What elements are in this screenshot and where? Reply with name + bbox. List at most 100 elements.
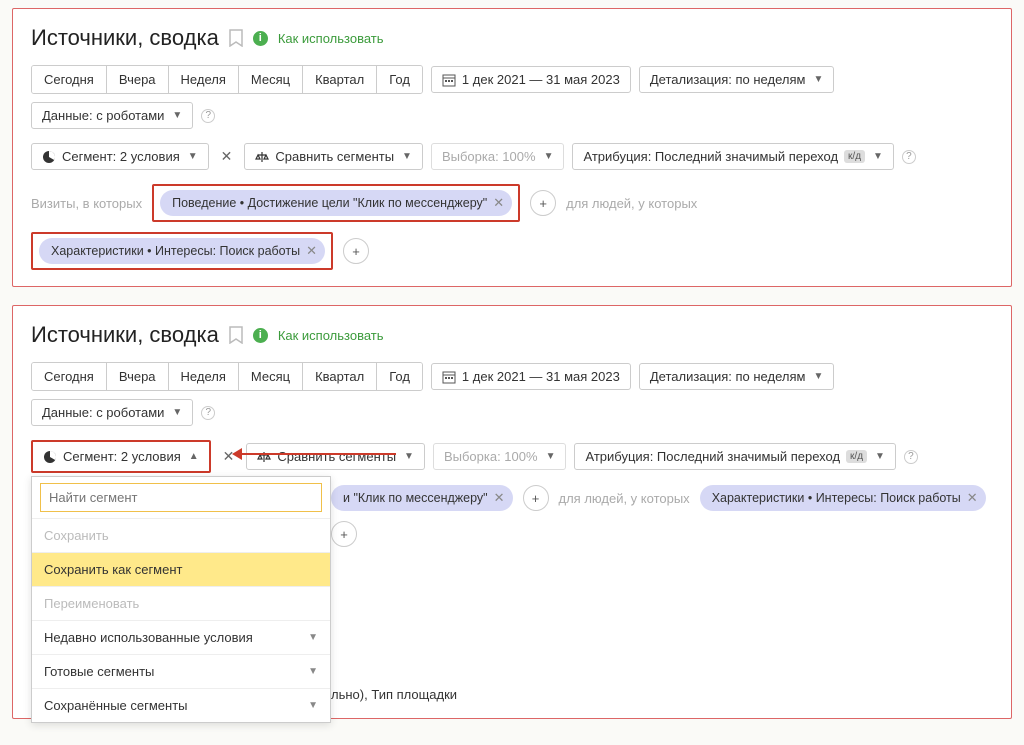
date-range[interactable]: 1 дек 2021 — 31 мая 2023 — [431, 66, 631, 93]
controls-row-1: Сегодня Вчера Неделя Месяц Квартал Год 1… — [31, 362, 993, 426]
info-icon: i — [253, 328, 268, 343]
chip-behavior-partial[interactable]: и "Клик по мессенджеру" ✕ — [331, 485, 513, 511]
pie-icon — [43, 450, 57, 464]
bottom-panel: Источники, сводка i Как использовать Сег… — [12, 305, 1012, 719]
sample-select[interactable]: Выборка: 100%▼ — [431, 143, 565, 170]
chip-remove-icon[interactable]: ✕ — [306, 243, 317, 259]
period-quarter[interactable]: Квартал — [303, 66, 377, 93]
data-mode-select[interactable]: Данные: с роботами▼ — [31, 399, 193, 426]
chevron-down-icon: ▼ — [172, 407, 182, 418]
dropdown-recent[interactable]: Недавно использованные условия▼ — [32, 620, 330, 654]
data-mode-select[interactable]: Данные: с роботами▼ — [31, 102, 193, 129]
chevron-down-icon: ▼ — [544, 151, 554, 162]
chevron-down-icon: ▼ — [546, 451, 556, 462]
add-condition-button[interactable]: + — [331, 521, 357, 547]
period-today[interactable]: Сегодня — [32, 363, 107, 390]
chevron-down-icon: ▼ — [875, 451, 885, 462]
dropdown-saved[interactable]: Сохранённые сегменты▼ — [32, 688, 330, 722]
bookmark-icon[interactable] — [229, 326, 243, 344]
people-label: для людей, у которых — [559, 491, 690, 506]
period-week[interactable]: Неделя — [169, 363, 239, 390]
attribution-select[interactable]: Атрибуция: Последний значимый переход к/… — [572, 143, 893, 170]
dropdown-ready[interactable]: Готовые сегменты▼ — [32, 654, 330, 688]
segment-clear[interactable]: ✕ — [217, 144, 237, 169]
scale-icon — [255, 150, 269, 164]
period-year[interactable]: Год — [377, 66, 422, 93]
people-label: для людей, у которых — [566, 196, 697, 211]
segment-search-input[interactable] — [40, 483, 322, 512]
chevron-down-icon: ▼ — [402, 151, 412, 162]
period-buttons: Сегодня Вчера Неделя Месяц Квартал Год — [31, 65, 423, 94]
help-icon[interactable]: ? — [201, 109, 215, 123]
period-month[interactable]: Месяц — [239, 66, 303, 93]
date-range[interactable]: 1 дек 2021 — 31 мая 2023 — [431, 363, 631, 390]
info-icon: i — [253, 31, 268, 46]
highlight-segment-control: Сегмент: 2 условия▲ — [31, 440, 211, 473]
period-year[interactable]: Год — [377, 363, 422, 390]
add-condition-button[interactable]: + — [530, 190, 556, 216]
segment-select-open[interactable]: Сегмент: 2 условия▲ — [39, 447, 203, 466]
sample-select[interactable]: Выборка: 100%▼ — [433, 443, 567, 470]
scale-icon — [257, 450, 271, 464]
segment-dropdown: Сохранить Сохранить как сегмент Переимен… — [31, 476, 331, 723]
chevron-down-icon: ▼ — [404, 451, 414, 462]
period-yesterday[interactable]: Вчера — [107, 363, 169, 390]
chevron-down-icon: ▼ — [308, 666, 318, 677]
period-month[interactable]: Месяц — [239, 363, 303, 390]
pie-icon — [42, 150, 56, 164]
segment-select[interactable]: Сегмент: 2 условия▼ — [31, 143, 209, 170]
highlight-chip-2: Характеристики • Интересы: Поиск работы … — [31, 232, 333, 270]
controls-row-2: Сегмент: 2 условия▼ ✕ Сравнить сегменты▼… — [31, 143, 993, 170]
compare-select[interactable]: Сравнить сегменты▼ — [246, 443, 425, 470]
period-quarter[interactable]: Квартал — [303, 363, 377, 390]
chip-interests[interactable]: Характеристики • Интересы: Поиск работы … — [700, 485, 986, 511]
segment-chips-row: Визиты, в которых Поведение • Достижение… — [31, 184, 993, 270]
dropdown-rename: Переименовать — [32, 586, 330, 620]
title-row: Источники, сводка i Как использовать — [31, 25, 993, 51]
page-title: Источники, сводка — [31, 25, 219, 51]
chevron-down-icon: ▼ — [308, 632, 318, 643]
chevron-down-icon: ▼ — [308, 700, 318, 711]
chevron-down-icon: ▼ — [188, 151, 198, 162]
help-link[interactable]: Как использовать — [278, 328, 384, 343]
chip-remove-icon[interactable]: ✕ — [494, 490, 505, 506]
attr-badge: к/д — [844, 150, 865, 163]
highlight-chip-1: Поведение • Достижение цели "Клик по мес… — [152, 184, 520, 222]
add-condition-button[interactable]: + — [523, 485, 549, 511]
date-range-text: 1 дек 2021 — 31 мая 2023 — [462, 369, 620, 384]
chevron-down-icon: ▼ — [813, 371, 823, 382]
calendar-icon — [442, 73, 456, 87]
chevron-down-icon: ▼ — [813, 74, 823, 85]
period-week[interactable]: Неделя — [169, 66, 239, 93]
period-today[interactable]: Сегодня — [32, 66, 107, 93]
segment-search — [40, 483, 322, 512]
dropdown-save-as[interactable]: Сохранить как сегмент — [32, 552, 330, 586]
add-condition-button[interactable]: + — [343, 238, 369, 264]
chevron-down-icon: ▼ — [873, 151, 883, 162]
chevron-up-icon: ▲ — [189, 451, 199, 462]
help-link[interactable]: Как использовать — [278, 31, 384, 46]
chip-interests[interactable]: Характеристики • Интересы: Поиск работы … — [39, 238, 325, 264]
help-icon[interactable]: ? — [201, 406, 215, 420]
period-buttons: Сегодня Вчера Неделя Месяц Квартал Год — [31, 362, 423, 391]
chip-remove-icon[interactable]: ✕ — [493, 195, 504, 211]
title-row: Источники, сводка i Как использовать — [31, 322, 993, 348]
dropdown-save: Сохранить — [32, 518, 330, 552]
attribution-select[interactable]: Атрибуция: Последний значимый переход к/… — [574, 443, 895, 470]
detail-select[interactable]: Детализация: по неделям▼ — [639, 66, 835, 93]
chip-behavior[interactable]: Поведение • Достижение цели "Клик по мес… — [160, 190, 512, 216]
top-panel: Источники, сводка i Как использовать Сег… — [12, 8, 1012, 287]
chip-remove-icon[interactable]: ✕ — [967, 490, 978, 506]
visits-label: Визиты, в которых — [31, 196, 142, 211]
page-title: Источники, сводка — [31, 322, 219, 348]
period-yesterday[interactable]: Вчера — [107, 66, 169, 93]
detail-select[interactable]: Детализация: по неделям▼ — [639, 363, 835, 390]
segment-area: Сегмент: 2 условия▲ Сохранить Сохранить … — [31, 440, 211, 473]
help-icon[interactable]: ? — [904, 450, 918, 464]
controls-row-2: Сегмент: 2 условия▲ Сохранить Сохранить … — [31, 440, 993, 473]
bookmark-icon[interactable] — [229, 29, 243, 47]
controls-row-1: Сегодня Вчера Неделя Месяц Квартал Год 1… — [31, 65, 993, 129]
compare-select[interactable]: Сравнить сегменты▼ — [244, 143, 423, 170]
date-range-text: 1 дек 2021 — 31 мая 2023 — [462, 72, 620, 87]
help-icon[interactable]: ? — [902, 150, 916, 164]
